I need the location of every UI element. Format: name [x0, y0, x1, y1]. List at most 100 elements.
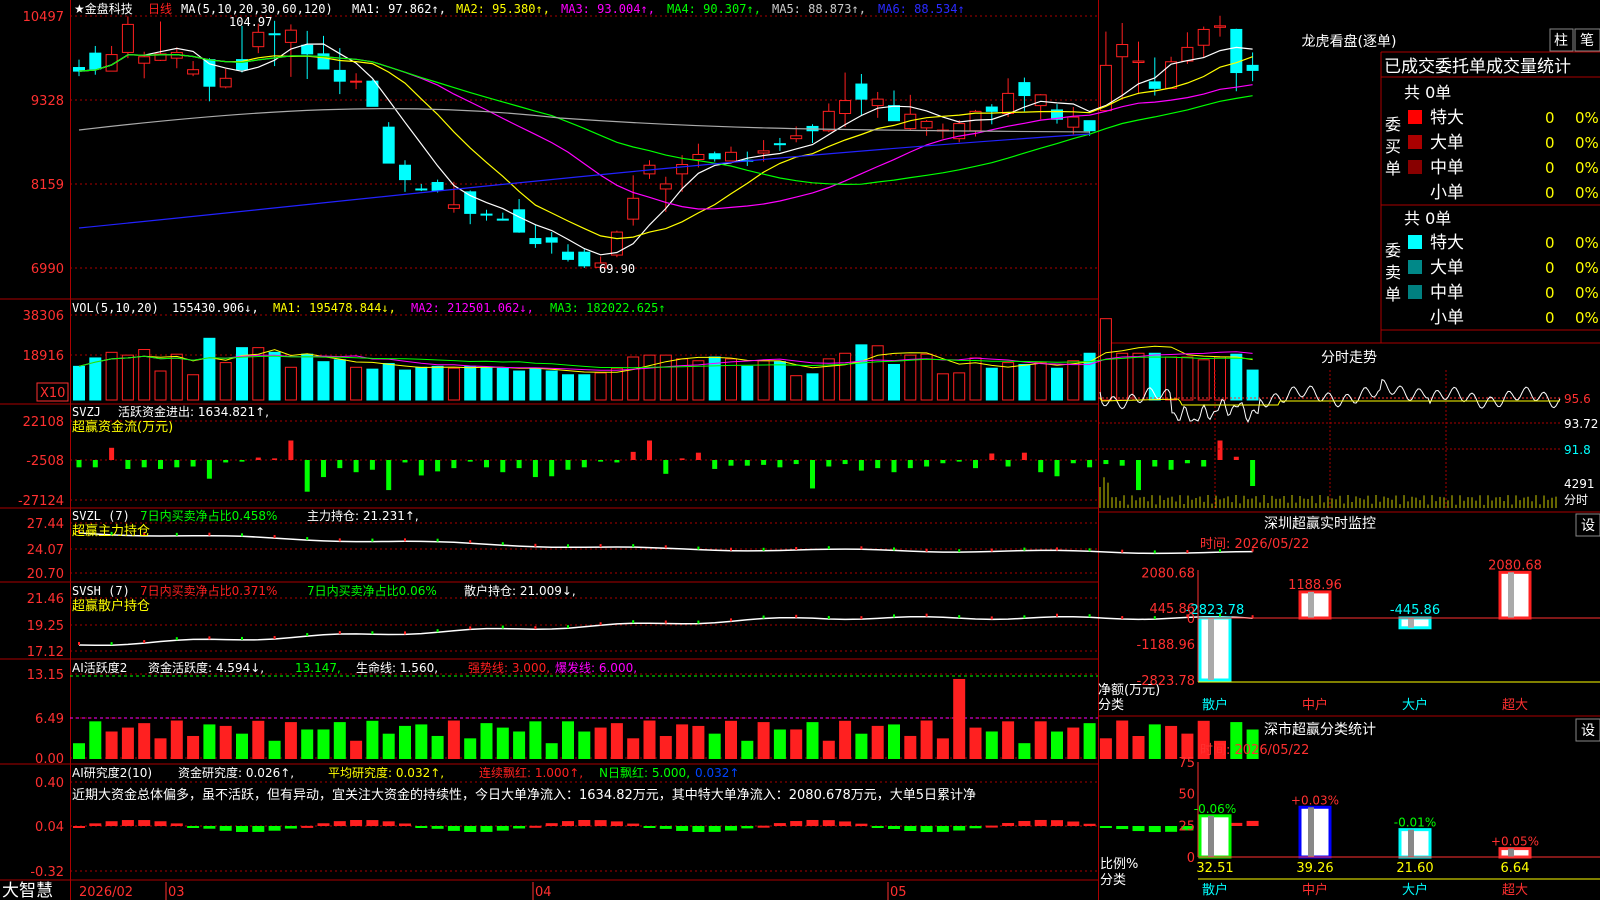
buy-side-label: 委 — [1385, 115, 1401, 134]
volume-bar — [839, 352, 852, 401]
ai-research-bar — [627, 823, 640, 826]
monitor-value-label: 2080.68 — [1488, 558, 1542, 573]
ai-activity-bar — [284, 722, 297, 759]
volume-bar — [562, 374, 574, 401]
volume-bar — [643, 354, 656, 401]
candle-body — [219, 77, 232, 88]
svsh-label: SVSH (7) — [72, 584, 130, 598]
fund-flow-bars — [76, 440, 1256, 492]
ai-activity-bar — [562, 721, 574, 759]
svzl-y-tick: 20.70 — [27, 567, 64, 582]
classify-value-label: 39.26 — [1296, 861, 1333, 876]
fund-flow-bar — [940, 460, 946, 464]
ai-activity-bar — [1099, 738, 1112, 759]
ai-research-bar — [1051, 820, 1063, 826]
date-tick: 04 — [535, 885, 552, 900]
candle-body — [513, 209, 526, 233]
candle-body — [1132, 60, 1145, 63]
aiy-value5: 0.032↑ — [695, 766, 739, 780]
classify-ylabel: 比例% — [1100, 857, 1138, 872]
ai-activity-bar — [431, 735, 444, 759]
fund-flow-bar — [435, 460, 441, 472]
buy-row-count: 0 — [1545, 159, 1555, 177]
volume-bar — [187, 374, 200, 401]
candle-body — [1246, 64, 1259, 71]
fund-flow-bar — [1250, 460, 1256, 487]
date-tick: 05 — [890, 885, 907, 900]
main-force-holding-line-tick — [925, 548, 928, 552]
chart-frame — [0, 0, 1600, 900]
ai-activity-bar — [904, 735, 917, 759]
ai-activity-bar — [366, 720, 379, 759]
candle-body — [496, 218, 509, 221]
classify-y-tick: 50 — [1178, 788, 1195, 803]
bar-mode-label: 柱 — [1554, 33, 1568, 49]
ai-research-bar — [415, 826, 428, 828]
classify-category: 中户 — [1302, 882, 1328, 898]
candle-body — [1148, 81, 1161, 89]
ai-activity-bar — [1051, 731, 1063, 759]
fund-flow-bar — [484, 460, 489, 468]
candle-body — [138, 56, 151, 64]
sell-row-percent: 0% — [1575, 259, 1599, 277]
ai-activity-bar — [773, 729, 786, 759]
volume-bar — [578, 374, 591, 401]
ai-activity-bar — [888, 724, 900, 759]
ai-activity-bar — [692, 725, 705, 759]
sell-row-label: 特大 — [1430, 233, 1464, 253]
volume-bar — [154, 370, 167, 401]
retail-holding-line-tick — [501, 625, 504, 629]
candle-body — [284, 29, 297, 43]
monitor-bar-shade — [1508, 572, 1514, 618]
candle-body — [888, 105, 900, 122]
buy-color-swatch — [1408, 160, 1422, 174]
svzl-label: SVZL (7) — [72, 509, 130, 523]
sell-row-percent: 0% — [1575, 234, 1599, 252]
dragon-title: 龙虎看盘(逐单) — [1302, 33, 1397, 50]
fund-flow-bar — [337, 460, 343, 469]
ai-research-bar — [529, 825, 542, 828]
ai2-label: AI活跃度2 — [72, 660, 127, 675]
main-force-holding-line-tick — [762, 547, 765, 551]
candle-body — [1230, 28, 1243, 74]
retail-holding-line-tick — [273, 635, 276, 639]
ai-research-bar — [350, 820, 363, 826]
ai-activity-bar — [154, 738, 167, 759]
retail-holding-line-tick — [1023, 615, 1026, 619]
ai-activity-bar — [301, 729, 314, 759]
ai-research-bar — [953, 826, 966, 831]
svzl-y-tick: 27.44 — [27, 517, 64, 532]
volume-bar — [350, 366, 363, 401]
monitor-settings-label: 设 — [1581, 518, 1595, 534]
volume-bar — [513, 370, 526, 401]
candle-body — [1002, 92, 1015, 115]
retail-holding-line-tick — [1121, 616, 1124, 620]
ai-research-bar — [105, 821, 118, 826]
volume-bar — [121, 354, 134, 401]
retail-holding-line-tick — [1088, 614, 1091, 618]
monitor-bars: -2823.78散户1188.96中户-445.86大户2080.68超大 — [1186, 558, 1542, 713]
minute-y-tick: 91.8 — [1564, 443, 1591, 457]
aiy-research: 资金研究度: 0.026↑, — [178, 765, 294, 780]
ai-activity-bar — [822, 740, 835, 759]
candle-body — [187, 69, 200, 75]
svzj-y-tick: 22108 — [23, 415, 64, 430]
ai-research-bar — [138, 820, 151, 826]
ai-research-bar — [284, 826, 297, 829]
ai-research-bar — [969, 826, 982, 829]
ai-activity-bar — [138, 723, 151, 759]
buy-row-count: 0 — [1545, 184, 1555, 202]
ai-activity-bar — [627, 738, 640, 759]
period-label[interactable]: 日线 — [148, 2, 172, 16]
candle-body — [855, 83, 868, 100]
classify-title: 深市超赢分类统计 — [1264, 721, 1376, 738]
sell-color-swatch — [1408, 260, 1422, 274]
buy-row-percent: 0% — [1575, 109, 1599, 127]
ai-research-bar — [170, 823, 183, 826]
ai-activity-bar — [252, 720, 265, 759]
ai-activity-bar — [594, 727, 607, 759]
ai-activity-bar — [1116, 720, 1129, 759]
candle-body — [562, 251, 574, 260]
classify-change-label: -0.06% — [1194, 802, 1236, 816]
classify-bar-shade — [1308, 807, 1314, 857]
